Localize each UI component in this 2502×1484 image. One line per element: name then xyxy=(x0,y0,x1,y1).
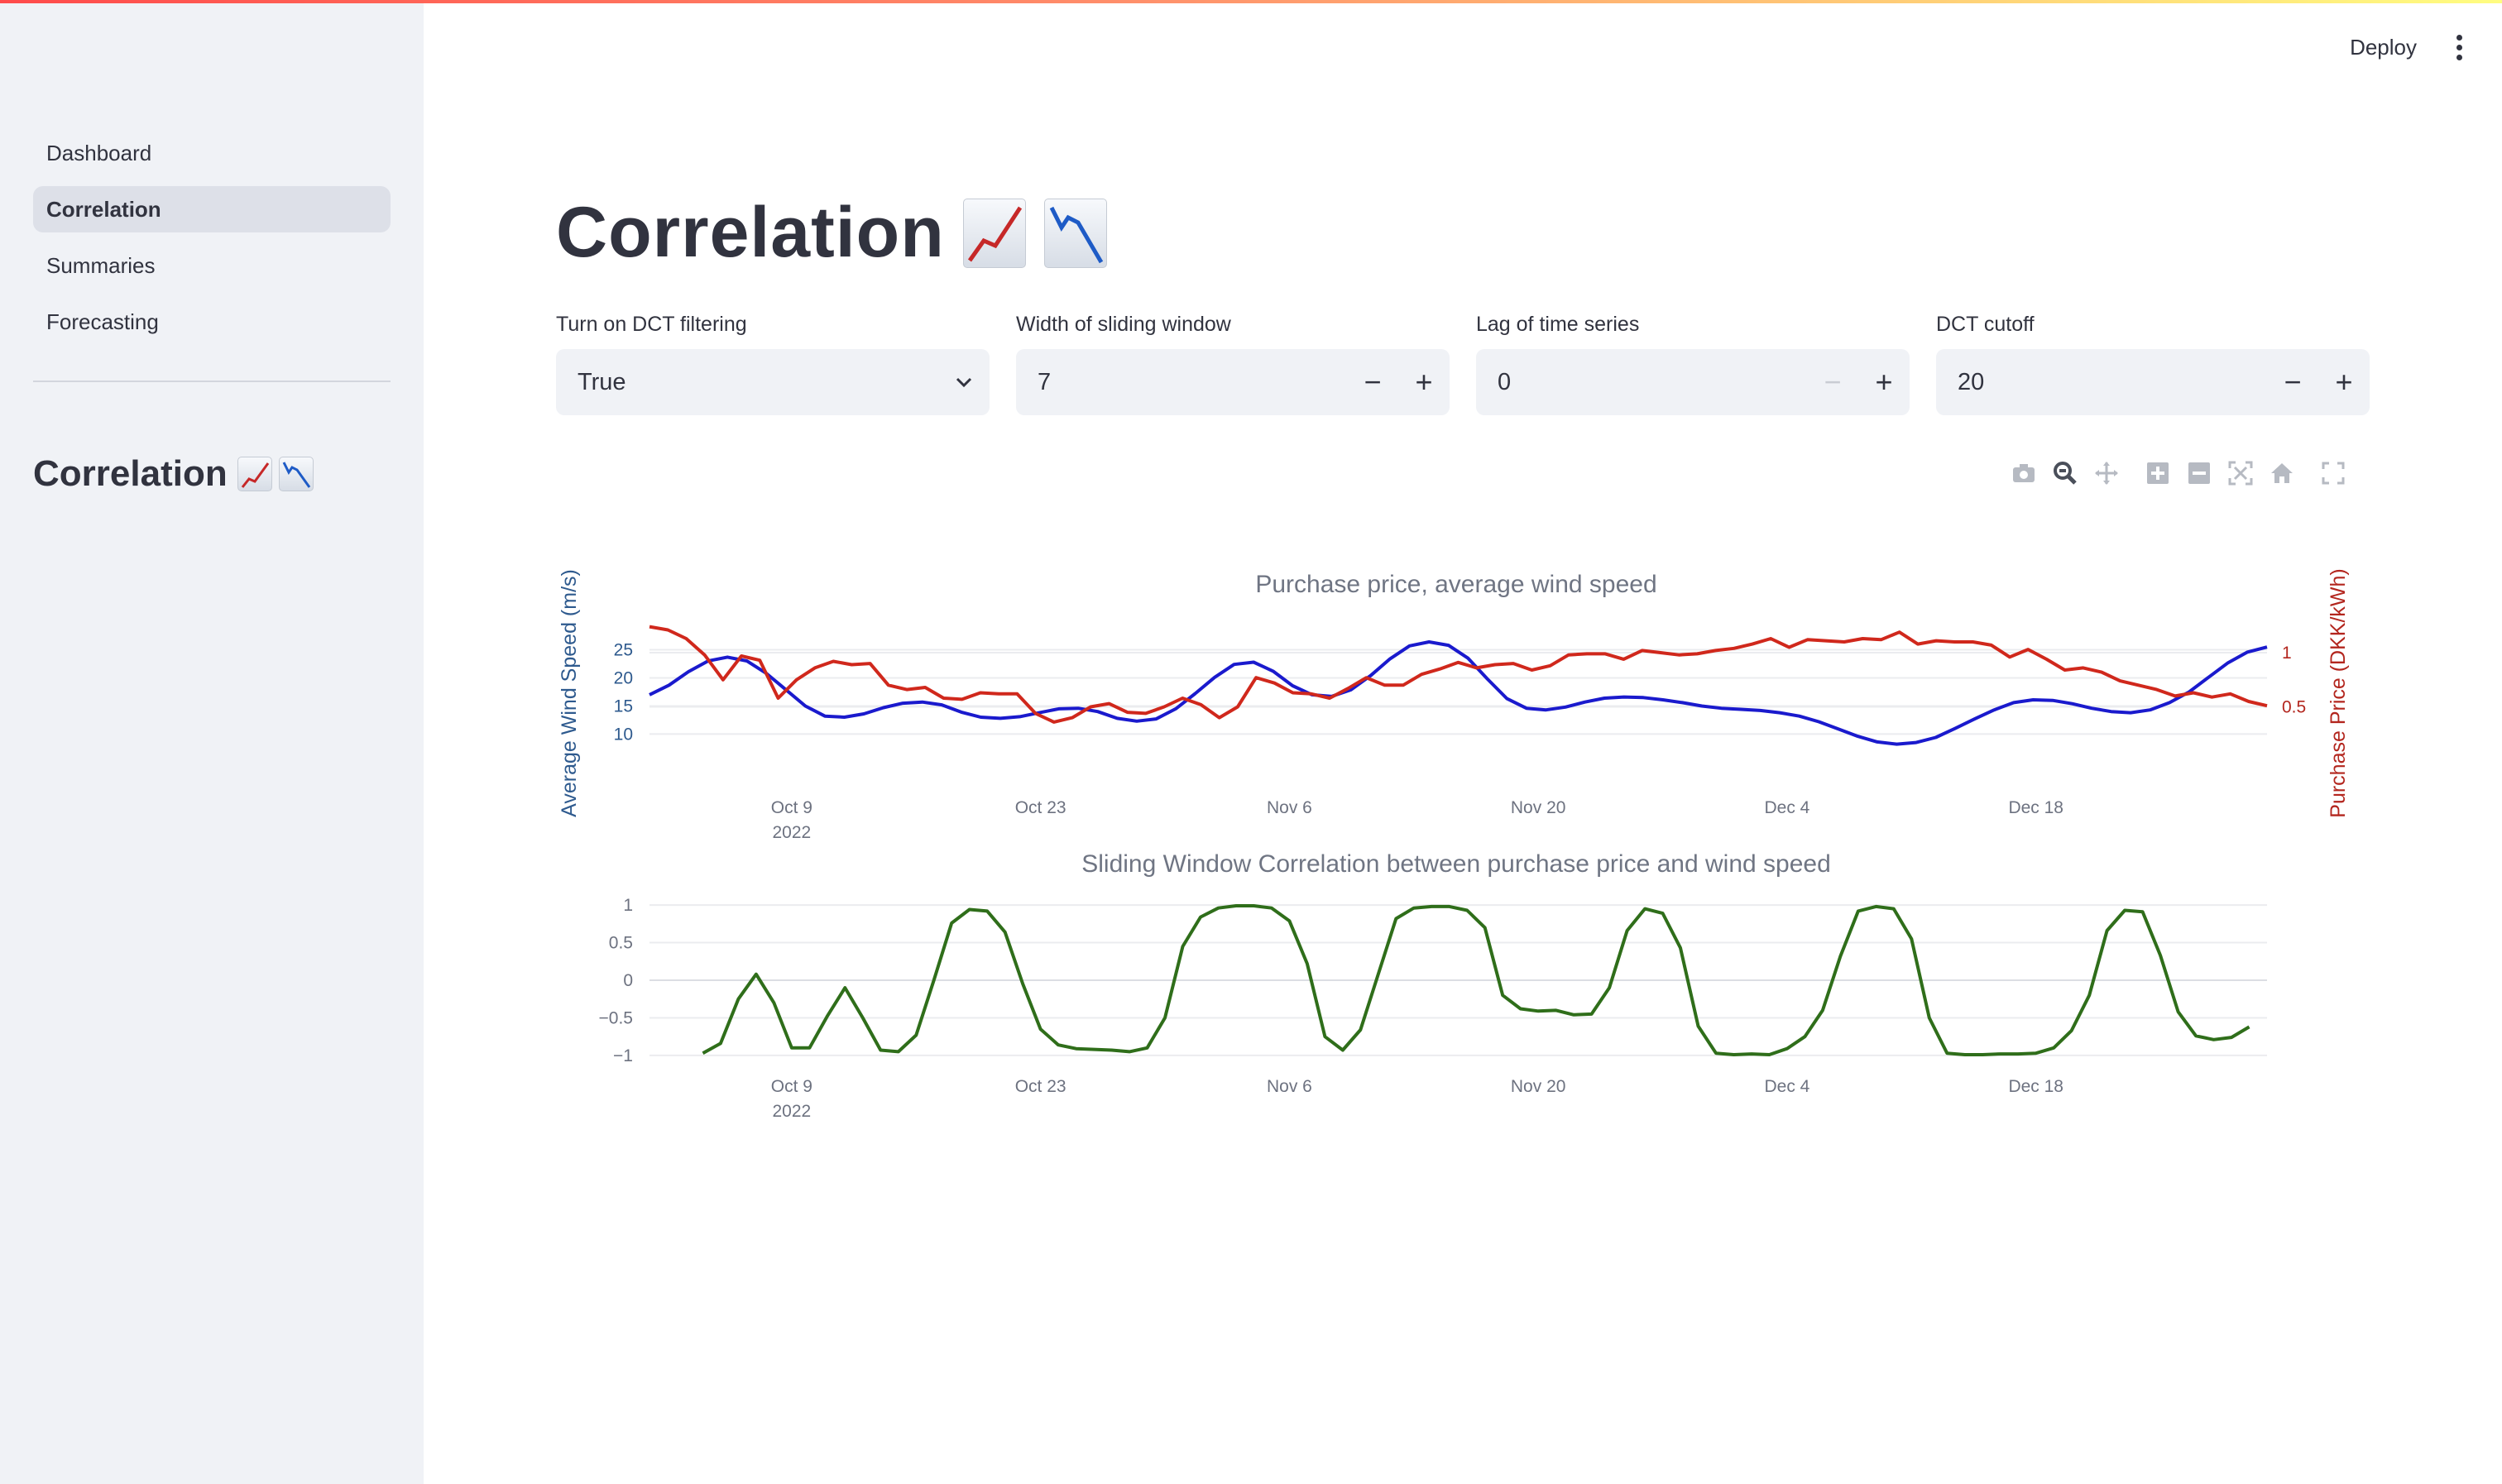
pan-icon[interactable] xyxy=(2092,458,2121,488)
x-tick-label: Dec 18 xyxy=(2008,798,2063,817)
x-tick-label: Oct 23 xyxy=(1015,798,1066,817)
camera-icon[interactable] xyxy=(2009,458,2039,488)
chart-area: Purchase price, average wind speed 10 15 20… xyxy=(546,554,2399,1166)
y-tick-label: −0.5 xyxy=(599,1008,633,1027)
x-tick-year-label: 2022 xyxy=(773,1102,812,1121)
sidebar-item-dashboard[interactable]: Dashboard xyxy=(33,130,391,176)
x-tick-label: Nov 20 xyxy=(1511,1077,1566,1096)
dct-cutoff-label: DCT cutoff xyxy=(1936,313,2035,336)
y-tick-label-right: 1 xyxy=(2282,644,2292,663)
y-axis-label-left: Average Wind Speed (m/s) xyxy=(558,569,581,817)
page-title: Correlation xyxy=(556,192,1107,274)
y-tick-label: 1 xyxy=(623,896,633,915)
y-axis-label-right: Purchase Price (DKK/kWh) xyxy=(2327,568,2350,817)
kebab-menu-icon[interactable] xyxy=(2450,31,2469,64)
y-tick-label: 0 xyxy=(623,971,633,990)
x-tick-label: Dec 4 xyxy=(1765,798,1810,817)
wind-speed-line xyxy=(649,640,2268,746)
sidebar-item-correlation[interactable]: Correlation xyxy=(33,186,391,232)
sidebar-nav: Dashboard Correlation Summaries Forecast… xyxy=(33,130,391,355)
y-tick-label-right: 0.5 xyxy=(2282,698,2306,717)
chart-title: Sliding Window Correlation between purch… xyxy=(1081,850,1831,878)
sidebar-item-summaries[interactable]: Summaries xyxy=(33,242,391,289)
y-tick-label-left: 15 xyxy=(614,697,633,716)
x-tick-label: Oct 9 xyxy=(771,798,812,817)
x-tick-label: Nov 6 xyxy=(1267,1077,1312,1096)
dct-filter-control: Turn on DCT filtering True xyxy=(556,311,990,415)
deploy-button[interactable]: Deploy xyxy=(2350,35,2417,60)
x-tick-label: Oct 23 xyxy=(1015,1077,1066,1096)
chart-increasing-icon xyxy=(962,198,1026,268)
lag-input[interactable]: 0 − + xyxy=(1476,349,1910,415)
lag-label: Lag of time series xyxy=(1476,313,1640,336)
autoscale-icon[interactable] xyxy=(2226,458,2255,488)
zoom-out-icon[interactable] xyxy=(2184,458,2214,488)
chart-title: Purchase price, average wind speed xyxy=(1255,571,1656,598)
chevron-down-icon[interactable] xyxy=(938,376,990,389)
correlation-charts[interactable]: Purchase price, average wind speed101520… xyxy=(546,554,2399,1166)
dct-filter-label: Turn on DCT filtering xyxy=(556,313,747,336)
dct-cutoff-control: DCT cutoff 20 − + xyxy=(1936,311,2370,415)
sidebar: Dashboard Correlation Summaries Forecast… xyxy=(0,0,424,1484)
page-title-text: Correlation xyxy=(556,193,945,272)
dct-cutoff-decrement-button[interactable]: − xyxy=(2267,349,2318,415)
window-width-value[interactable]: 7 xyxy=(1038,369,1347,396)
dct-filter-value: True xyxy=(578,368,626,395)
window-width-decrement-button[interactable]: − xyxy=(1347,349,1398,415)
price-wind-chart: Purchase price, average wind speed 10 15 20… xyxy=(558,568,2350,842)
y-tick-label-left: 25 xyxy=(614,641,633,660)
reset-axes-icon[interactable] xyxy=(2267,458,2297,488)
x-tick-label: Dec 18 xyxy=(2008,1077,2063,1096)
x-tick-label: Oct 9 xyxy=(771,1077,812,1096)
zoom-in-icon[interactable] xyxy=(2143,458,2173,488)
dct-cutoff-value[interactable]: 20 xyxy=(1958,369,2267,396)
top-accent-bar xyxy=(0,0,2502,3)
y-tick-label-left: 20 xyxy=(614,669,633,688)
controls-row: Turn on DCT filtering True Width of slid… xyxy=(556,311,2370,415)
sidebar-item-forecasting[interactable]: Forecasting xyxy=(33,299,391,345)
window-width-label: Width of sliding window xyxy=(1016,313,1231,336)
purchase-price-line xyxy=(649,625,2268,724)
x-tick-label: Nov 6 xyxy=(1267,798,1312,817)
x-tick-label: Nov 20 xyxy=(1511,798,1566,817)
x-tick-label: Dec 4 xyxy=(1765,1077,1810,1096)
sidebar-title: Correlation xyxy=(33,453,314,495)
chart-increasing-icon xyxy=(237,457,272,491)
zoom-icon[interactable] xyxy=(2050,458,2080,488)
window-width-control: Width of sliding window 7 − + xyxy=(1016,311,1450,415)
fullscreen-icon[interactable] xyxy=(2318,458,2348,488)
y-tick-label: 0.5 xyxy=(609,934,633,953)
sidebar-divider xyxy=(33,381,391,382)
lag-decrement-button[interactable]: − xyxy=(1807,349,1858,415)
window-width-input[interactable]: 7 − + xyxy=(1016,349,1450,415)
chart-decreasing-icon xyxy=(1043,198,1107,268)
dct-cutoff-increment-button[interactable]: + xyxy=(2318,349,2370,415)
chart-decreasing-icon xyxy=(278,457,314,491)
x-tick-year-label: 2022 xyxy=(773,823,812,842)
y-tick-label-left: 10 xyxy=(614,725,633,744)
lag-control: Lag of time series 0 − + xyxy=(1476,311,1910,415)
dct-cutoff-input[interactable]: 20 − + xyxy=(1936,349,2370,415)
lag-increment-button[interactable]: + xyxy=(1858,349,1910,415)
window-width-increment-button[interactable]: + xyxy=(1398,349,1450,415)
app-header-actions: Deploy xyxy=(2350,31,2469,64)
correlation-chart: Sliding Window Correlation between purch… xyxy=(599,850,2267,1121)
lag-value[interactable]: 0 xyxy=(1498,369,1807,396)
dct-filter-select[interactable]: True xyxy=(556,349,990,415)
chart-modebar xyxy=(2009,458,2348,488)
sidebar-title-text: Correlation xyxy=(33,453,228,494)
y-tick-label: −1 xyxy=(613,1046,633,1065)
